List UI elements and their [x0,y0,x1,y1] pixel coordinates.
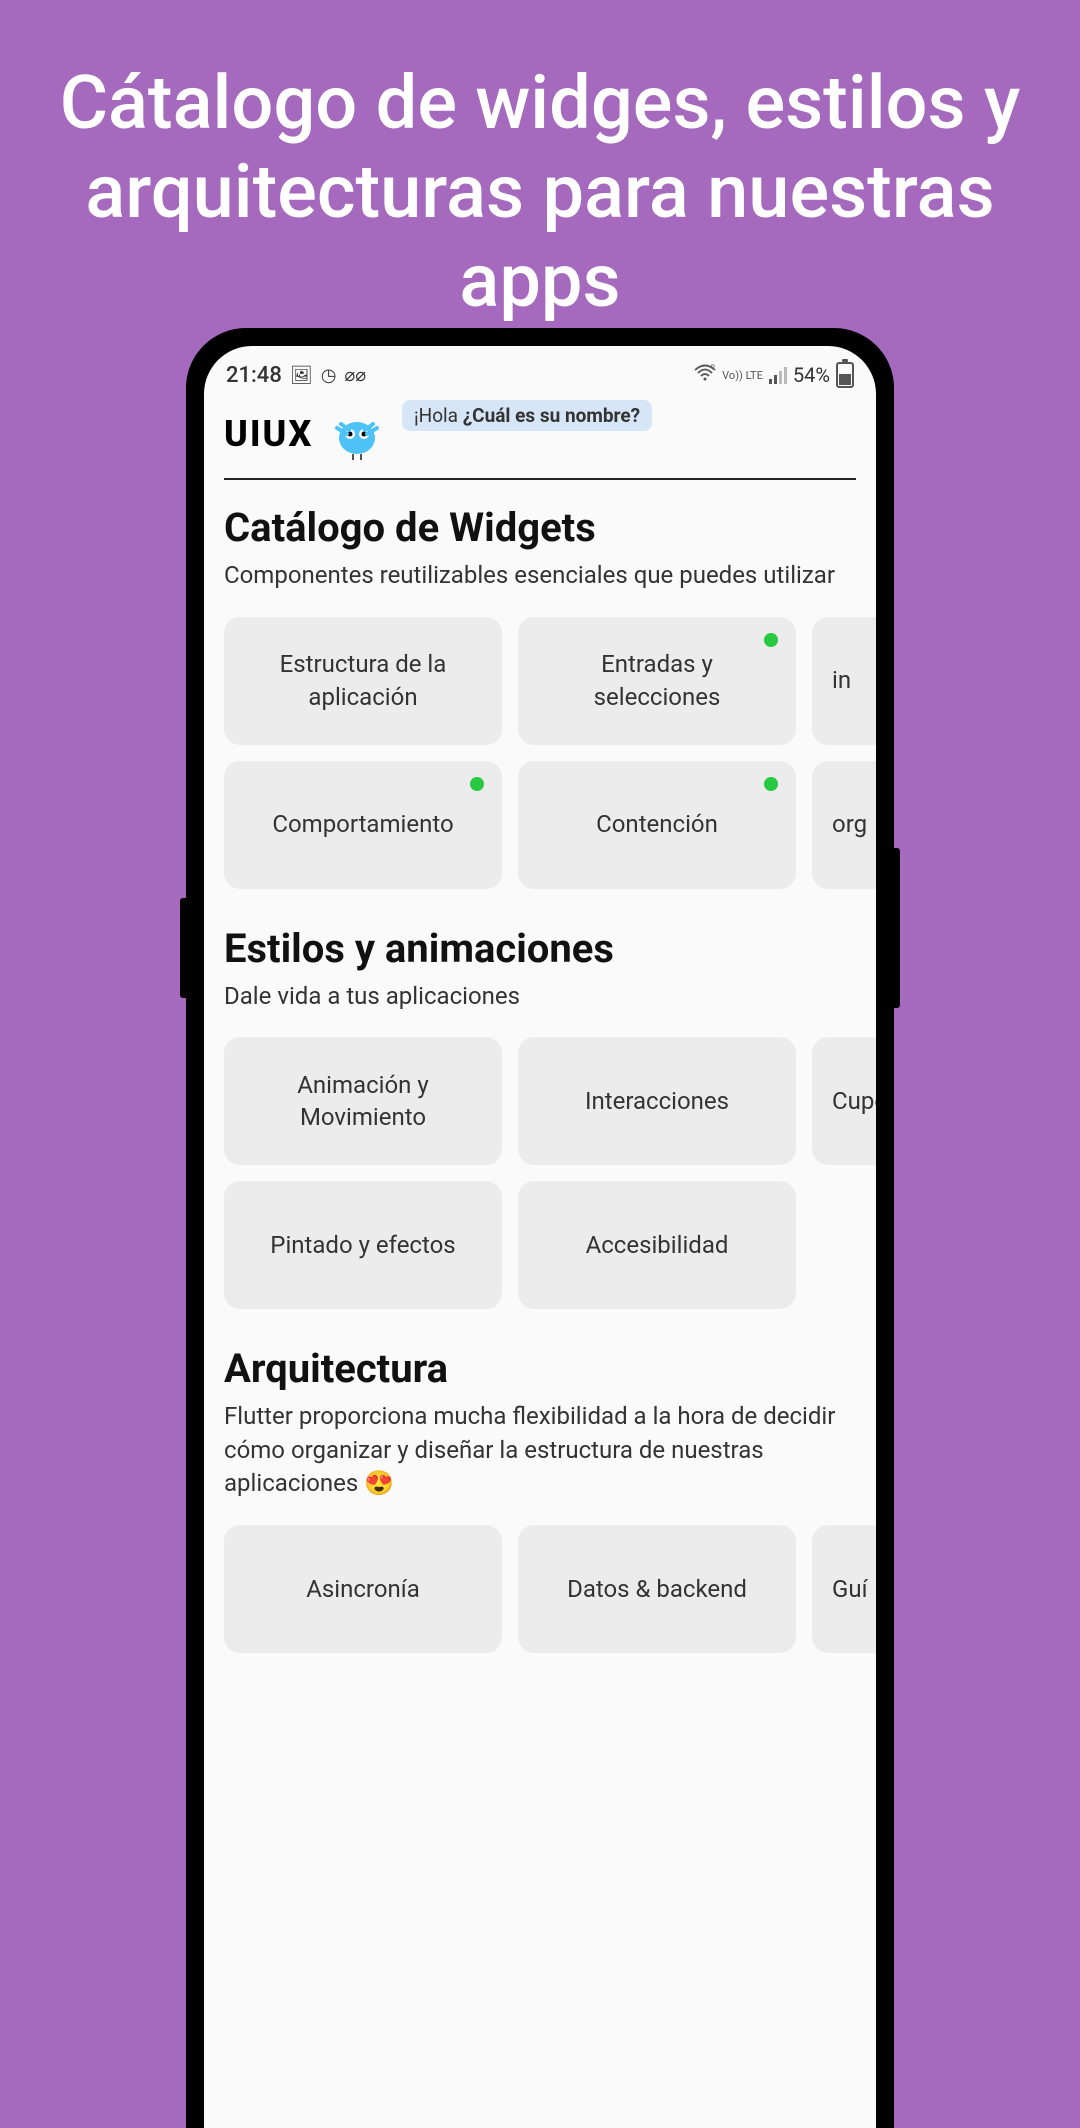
voicemail-icon: ⌀⌀ [344,365,366,386]
status-dot-icon [764,777,778,791]
category-card[interactable]: Entradas y selecciones [518,617,796,745]
status-dot-icon [764,633,778,647]
card-label: Guí [832,1573,868,1605]
card-row: Pintado y efectos Accesibilidad [224,1181,876,1309]
category-card[interactable]: Comportamiento [224,761,502,889]
card-label: Accesibilidad [586,1229,729,1261]
status-time: 21:48 [226,363,282,388]
battery-percent: 54% [793,363,830,387]
section-title: Arquitectura [224,1345,876,1392]
card-label: Asincronía [306,1573,420,1605]
image-icon: 🖼 [290,365,313,386]
mascot-icon [329,406,385,462]
promo-headline: Cátalogo de widges, estilos y arquitectu… [0,0,1080,366]
moon-icon [816,416,852,452]
card-row: Animación y Movimiento Interacciones Cupe [224,1037,876,1165]
section-subtitle: Dale vida a tus aplicaciones [224,980,876,1014]
card-row: Asincronía Datos & backend Guí [224,1525,876,1653]
card-label: in [832,664,851,696]
network-label: Vo)) LTE [722,370,763,381]
section: Estilos y animaciones Dale vida a tus apl… [224,925,876,1310]
app-title: UIUX [224,413,313,455]
app-bar: UIUX ¡Hola ¿Cuál es su nombre? [204,396,876,478]
category-card[interactable]: Estructura de la aplicación [224,617,502,745]
clock-icon: ◷ [321,365,337,386]
card-row: Comportamiento Contención org [224,761,876,889]
signal-icon [769,366,787,384]
card-label: org [832,808,867,840]
battery-icon [836,362,854,388]
card-label: Cupe [832,1085,876,1117]
wifi-icon: 6 [694,363,716,387]
category-card[interactable]: Cupe [812,1037,876,1165]
phone-frame: 21:48 🖼 ◷ ⌀⌀ 6 Vo)) LTE 54% UIUX [186,328,894,2128]
category-card[interactable]: in [812,617,876,745]
card-label: Pintado y efectos [270,1229,455,1261]
section: Catálogo de Widgets Componentes reutiliza… [224,504,876,889]
speech-bubble: ¡Hola ¿Cuál es su nombre? [402,400,652,431]
category-card[interactable]: Pintado y efectos [224,1181,502,1309]
speech-bold: ¿Cuál es su nombre? [463,404,640,427]
category-card[interactable]: Asincronía [224,1525,502,1653]
category-card[interactable]: Contención [518,761,796,889]
category-card[interactable]: Guí [812,1525,876,1653]
category-card[interactable]: Interacciones [518,1037,796,1165]
content-scroll[interactable]: Catálogo de Widgets Componentes reutiliza… [204,480,876,1689]
svg-text:6: 6 [711,364,715,370]
category-card[interactable]: org [812,761,876,889]
section: Arquitectura Flutter proporciona mucha fl… [224,1345,876,1653]
card-label: Comportamiento [272,808,453,840]
speech-prefix: ¡Hola [414,404,463,427]
card-label: Animación y Movimiento [244,1069,482,1134]
card-row: Estructura de la aplicación Entradas y se… [224,617,876,745]
section-subtitle: Componentes reutilizables esenciales que… [224,559,876,593]
section-title: Catálogo de Widgets [224,504,876,551]
category-card[interactable]: Accesibilidad [518,1181,796,1309]
card-label: Contención [596,808,718,840]
section-subtitle: Flutter proporciona mucha flexibilidad a… [224,1400,876,1501]
category-card[interactable]: Datos & backend [518,1525,796,1653]
category-card[interactable]: Animación y Movimiento [224,1037,502,1165]
status-dot-icon [470,777,484,791]
dark-mode-toggle[interactable] [812,412,856,456]
card-label: Interacciones [585,1085,729,1117]
section-title: Estilos y animaciones [224,925,876,972]
card-label: Entradas y selecciones [538,648,776,713]
card-label: Estructura de la aplicación [244,648,482,713]
status-bar: 21:48 🖼 ◷ ⌀⌀ 6 Vo)) LTE 54% [204,346,876,396]
card-label: Datos & backend [567,1573,747,1605]
screen: 21:48 🖼 ◷ ⌀⌀ 6 Vo)) LTE 54% UIUX [204,346,876,2128]
